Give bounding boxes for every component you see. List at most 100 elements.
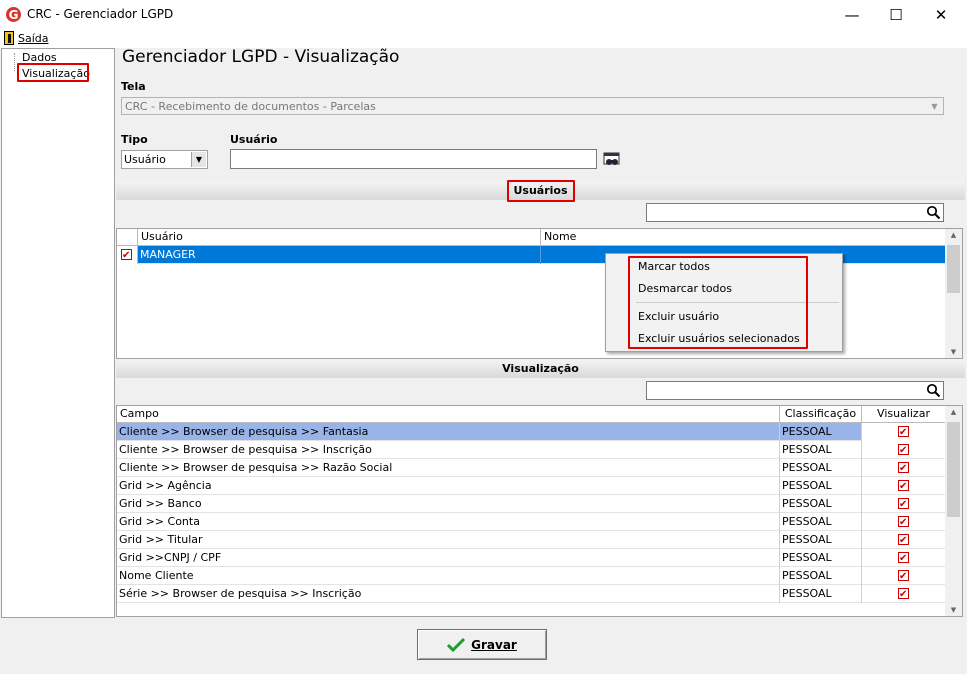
table-row[interactable]: Grid >> Banco PESSOAL <box>117 495 946 513</box>
checkbox-checked-icon[interactable] <box>898 442 909 459</box>
page-title: Gerenciador LGPD - Visualização <box>122 47 400 67</box>
user-label: Usuário <box>230 133 278 146</box>
screen-select[interactable]: CRC - Recebimento de documentos - Parcel… <box>121 97 944 115</box>
table-row[interactable]: Nome Cliente PESSOAL <box>117 567 946 585</box>
cell-field: Grid >> Agência <box>117 477 780 495</box>
cell-classification: PESSOAL <box>780 459 862 477</box>
cell-visible[interactable] <box>862 549 946 567</box>
cell-field: Grid >> Titular <box>117 531 780 549</box>
cell-user: MANAGER <box>138 246 541 264</box>
cell-field: Nome Cliente <box>117 567 780 585</box>
search-icon[interactable] <box>926 205 941 220</box>
view-section-header: Visualização <box>116 359 965 378</box>
user-input[interactable] <box>230 149 597 169</box>
scroll-up-icon[interactable]: ▲ <box>945 408 962 416</box>
cell-visible[interactable] <box>862 459 946 477</box>
cell-classification: PESSOAL <box>780 495 862 513</box>
users-grid-header-user[interactable]: Usuário <box>138 229 541 246</box>
checkmark-icon <box>447 637 466 652</box>
cell-field: Grid >>CNPJ / CPF <box>117 549 780 567</box>
cell-field: Grid >> Conta <box>117 513 780 531</box>
save-button[interactable]: Gravar <box>417 629 547 660</box>
users-grid-scrollbar[interactable]: ▲ ▼ <box>945 229 962 358</box>
cell-visible[interactable] <box>862 513 946 531</box>
checkbox-checked-icon[interactable] <box>898 460 909 477</box>
checkbox-checked-icon[interactable] <box>898 586 909 603</box>
view-grid-header-field[interactable]: Campo <box>117 406 780 423</box>
cell-visible[interactable] <box>862 441 946 459</box>
view-grid-header-visible[interactable]: Visualizar <box>862 406 946 423</box>
screen-label: Tela <box>121 80 146 93</box>
view-grid-header-classification[interactable]: Classificação <box>780 406 862 423</box>
table-row[interactable]: Grid >> Agência PESSOAL <box>117 477 946 495</box>
minimize-button[interactable]: — <box>829 0 875 30</box>
cell-visible[interactable] <box>862 477 946 495</box>
type-label: Tipo <box>121 133 148 146</box>
cell-visible[interactable] <box>862 531 946 549</box>
menu-exit[interactable]: Saída <box>4 31 49 45</box>
scroll-down-icon[interactable]: ▼ <box>945 606 962 614</box>
type-select[interactable]: Usuário ▼ <box>121 150 208 169</box>
cell-field: Cliente >> Browser de pesquisa >> Inscri… <box>117 441 780 459</box>
close-button[interactable]: ✕ <box>918 0 964 30</box>
cell-visible[interactable] <box>862 567 946 585</box>
svg-text:G: G <box>9 8 19 22</box>
users-grid-select-header <box>117 229 138 246</box>
row-select-cell[interactable] <box>117 246 138 264</box>
cell-field: Cliente >> Browser de pesquisa >> Razão … <box>117 459 780 477</box>
checkbox-checked-icon[interactable] <box>898 532 909 549</box>
table-row[interactable]: Série >> Browser de pesquisa >> Inscriçã… <box>117 585 946 603</box>
table-row[interactable]: Grid >> Conta PESSOAL <box>117 513 946 531</box>
table-row[interactable]: Grid >>CNPJ / CPF PESSOAL <box>117 549 946 567</box>
view-section-title: Visualização <box>502 362 579 375</box>
scroll-down-icon[interactable]: ▼ <box>945 348 962 356</box>
table-row[interactable]: Grid >> Titular PESSOAL <box>117 531 946 549</box>
menu-exit-label: Saída <box>18 31 49 45</box>
save-button-label: Gravar <box>471 637 517 652</box>
users-grid-header-name[interactable]: Nome <box>541 229 946 246</box>
search-icon[interactable] <box>926 383 941 398</box>
checkbox-checked-icon[interactable] <box>898 568 909 585</box>
annotation-highlight-context-menu <box>628 256 808 349</box>
view-grid: Campo Classificação Visualizar Cliente >… <box>116 405 963 617</box>
cell-classification: PESSOAL <box>780 585 862 603</box>
checkbox-checked-icon[interactable] <box>898 514 909 531</box>
scrollbar-thumb[interactable] <box>947 422 960 517</box>
view-search-input[interactable] <box>646 381 944 400</box>
cell-classification: PESSOAL <box>780 423 862 441</box>
checkbox-checked-icon[interactable] <box>898 478 909 495</box>
maximize-button[interactable]: ☐ <box>873 0 919 30</box>
users-search-input[interactable] <box>646 203 944 222</box>
checkbox-checked-icon[interactable] <box>898 550 909 567</box>
chevron-down-icon: ▼ <box>191 152 206 167</box>
checkbox-checked-icon[interactable] <box>898 496 909 513</box>
binoculars-search-icon[interactable] <box>603 152 621 168</box>
row-checkbox-checked-icon[interactable] <box>121 247 132 264</box>
annotation-highlight-tree <box>17 63 89 82</box>
cell-field: Grid >> Banco <box>117 495 780 513</box>
cell-classification: PESSOAL <box>780 567 862 585</box>
menu-bar <box>0 30 967 48</box>
table-row[interactable]: Cliente >> Browser de pesquisa >> Fantas… <box>117 423 946 441</box>
cell-visible[interactable] <box>862 423 946 441</box>
view-grid-scrollbar[interactable]: ▲ ▼ <box>945 406 962 616</box>
window-title: CRC - Gerenciador LGPD <box>27 7 174 21</box>
table-row[interactable]: Cliente >> Browser de pesquisa >> Inscri… <box>117 441 946 459</box>
cell-field: Série >> Browser de pesquisa >> Inscriçã… <box>117 585 780 603</box>
exit-door-icon <box>4 31 14 45</box>
cell-classification: PESSOAL <box>780 441 862 459</box>
cell-classification: PESSOAL <box>780 477 862 495</box>
scrollbar-thumb[interactable] <box>947 245 960 293</box>
table-row[interactable]: Cliente >> Browser de pesquisa >> Razão … <box>117 459 946 477</box>
cell-classification: PESSOAL <box>780 513 862 531</box>
app-logo-icon: G <box>6 7 21 22</box>
cell-visible[interactable] <box>862 585 946 603</box>
cell-visible[interactable] <box>862 495 946 513</box>
annotation-highlight-users <box>507 180 575 202</box>
checkbox-checked-icon[interactable] <box>898 424 909 441</box>
cell-field: Cliente >> Browser de pesquisa >> Fantas… <box>117 423 780 441</box>
screen-select-value: CRC - Recebimento de documentos - Parcel… <box>125 100 376 113</box>
scroll-up-icon[interactable]: ▲ <box>945 231 962 239</box>
type-select-value: Usuário <box>124 153 166 166</box>
chevron-down-icon: ▼ <box>931 101 938 111</box>
